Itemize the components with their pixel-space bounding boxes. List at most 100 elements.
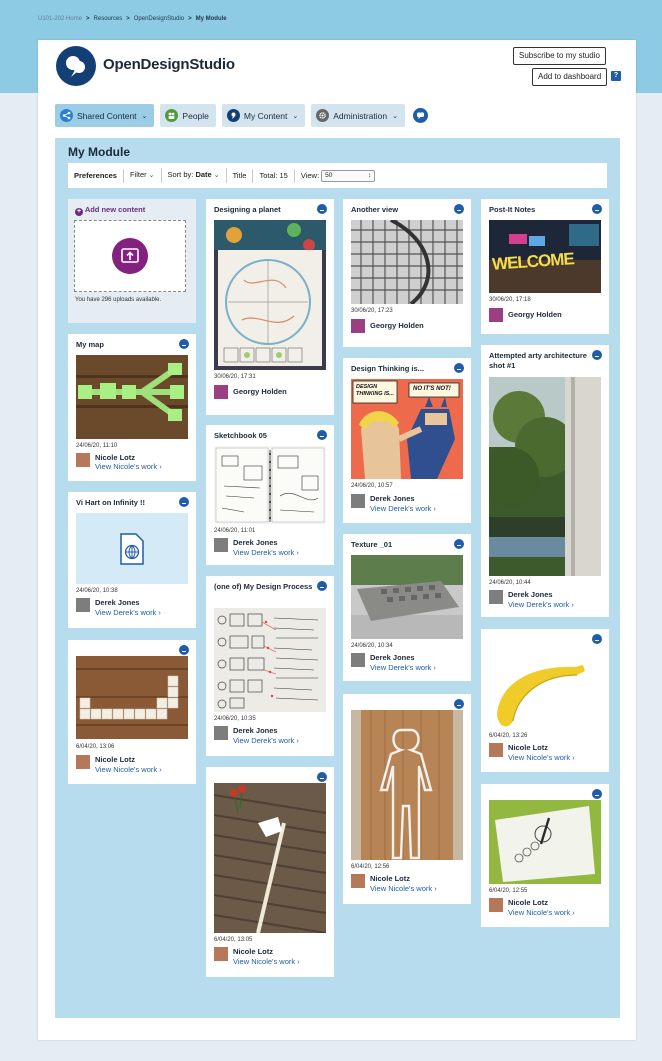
view-work-link[interactable]: View Nicole's work ›	[508, 908, 575, 917]
card-title[interactable]: Post-It Notes	[489, 205, 589, 215]
view-work-link[interactable]: View Nicole's work ›	[95, 462, 162, 471]
view-work-link[interactable]: View Nicole's work ›	[233, 957, 300, 966]
card-menu-icon[interactable]	[592, 789, 602, 799]
card-title[interactable]: Texture _01	[351, 540, 451, 550]
card-image[interactable]	[76, 656, 188, 739]
content-card-design-thinking[interactable]: Design Thinking is... DESIGN THINKING IS…	[343, 358, 471, 523]
card-image[interactable]	[76, 355, 188, 439]
view-select[interactable]: 50	[321, 169, 376, 182]
add-new-content-link[interactable]: + Add new content	[75, 205, 145, 216]
card-image[interactable]	[76, 513, 188, 584]
card-image[interactable]	[214, 608, 326, 712]
card-image[interactable]	[489, 645, 601, 729]
nav-my-content[interactable]: My Content ⌄	[221, 104, 306, 127]
card-image[interactable]	[351, 710, 463, 860]
subscribe-button[interactable]: Subscribe to my studio	[513, 47, 606, 65]
content-card[interactable]: 6/04/20, 13:26 Nicole Lotz View Nicole's…	[481, 629, 609, 772]
card-menu-icon[interactable]	[179, 497, 189, 507]
card-title[interactable]: Designing a planet	[214, 205, 314, 215]
view-work-link[interactable]: View Derek's work ›	[508, 600, 574, 609]
upload-dropzone[interactable]	[74, 220, 186, 292]
card-menu-icon[interactable]	[454, 204, 464, 214]
card-menu-icon[interactable]	[454, 699, 464, 709]
card-title[interactable]: My map	[76, 340, 176, 350]
card-image[interactable]	[351, 555, 463, 639]
add-to-dashboard-button[interactable]: Add to dashboard	[532, 68, 608, 86]
content-card-another-view[interactable]: Another view 30/06/20, 17:23 Georgy Hold…	[343, 199, 471, 347]
breadcrumb-studio[interactable]: OpenDesignStudio	[134, 16, 184, 22]
content-card-texture[interactable]: Texture _01 24/06/20, 10:34 Derek Jones …	[343, 534, 471, 681]
avatar	[351, 494, 365, 508]
chat-icon[interactable]	[412, 108, 428, 123]
avatar	[351, 874, 365, 888]
card-image[interactable]	[214, 783, 326, 933]
chevron-down-icon: ⌄	[141, 112, 148, 120]
view-work-link[interactable]: View Derek's work ›	[233, 548, 299, 557]
card-menu-icon[interactable]	[454, 539, 464, 549]
card-menu-icon[interactable]	[592, 204, 602, 214]
card-menu-icon[interactable]	[454, 363, 464, 373]
card-menu-icon[interactable]	[317, 581, 327, 591]
avatar	[214, 385, 228, 399]
nav-administration[interactable]: Administration ⌄	[311, 104, 405, 127]
view-work-link[interactable]: View Nicole's work ›	[370, 884, 437, 893]
chevron-right-icon: ›	[434, 884, 437, 893]
card-menu-icon[interactable]	[592, 634, 602, 644]
card-author: Derek Jones	[233, 538, 278, 547]
help-icon[interactable]: ?	[611, 71, 621, 81]
web-document-icon	[120, 532, 144, 565]
nav-people[interactable]: People	[160, 104, 216, 127]
view-work-link[interactable]: View Nicole's work ›	[508, 753, 575, 762]
card-image[interactable]	[214, 446, 326, 524]
card-menu-icon[interactable]	[179, 339, 189, 349]
avatar	[489, 898, 503, 912]
card-menu-icon[interactable]	[317, 430, 327, 440]
card-image[interactable]	[489, 800, 601, 884]
card-image[interactable]: WELCOME	[489, 220, 601, 293]
content-card[interactable]: 6/04/20, 13:06 Nicole Lotz View Nicole's…	[68, 640, 196, 784]
content-card-my-map[interactable]: My map 24/06/20, 11:10 Nicole Lotz View …	[68, 334, 196, 481]
preferences-link[interactable]: Preferences	[68, 168, 124, 183]
card-menu-icon[interactable]	[179, 645, 189, 655]
card-menu-icon[interactable]	[592, 350, 602, 360]
content-card-post-it-notes[interactable]: Post-It Notes WELCOME 30/06/20, 17:18 Ge…	[481, 199, 609, 334]
nav-shared-content[interactable]: Shared Content ⌄	[55, 104, 155, 127]
content-card[interactable]: 6/04/20, 13:05 Nicole Lotz View Nicole's…	[206, 767, 334, 977]
content-card-sketchbook[interactable]: Sketchbook 05 24/06/20, 11:01 Derek Jone…	[206, 425, 334, 565]
chevron-right-icon: ›	[158, 608, 161, 617]
card-title[interactable]: Attempted arty architecture shot #1	[489, 351, 589, 371]
content-card[interactable]: 6/04/20, 12:55 Nicole Lotz View Nicole's…	[481, 784, 609, 927]
view-work-link[interactable]: View Nicole's work ›	[95, 765, 162, 774]
filter-dropdown[interactable]: Filter ⌄	[124, 168, 162, 183]
card-title[interactable]: Vi Hart on Infinity !!	[76, 498, 176, 508]
card-title[interactable]: Sketchbook 05	[214, 431, 314, 441]
card-author: Georgy Holden	[508, 310, 562, 319]
view-work-link[interactable]: View Derek's work ›	[370, 663, 436, 672]
card-image[interactable]	[214, 220, 326, 370]
logo-icon[interactable]	[56, 46, 96, 86]
card-menu-icon[interactable]	[317, 772, 327, 782]
title-sort-link[interactable]: Title	[227, 168, 254, 183]
card-title[interactable]: (one of) My Design Process	[214, 582, 314, 592]
content-card[interactable]: 6/04/20, 12:56 Nicole Lotz View Nicole's…	[343, 694, 471, 904]
card-title[interactable]: Another view	[351, 205, 451, 215]
view-work-link[interactable]: View Derek's work ›	[370, 504, 436, 513]
app-title: OpenDesignStudio	[103, 56, 235, 73]
card-author: Derek Jones	[370, 494, 415, 503]
card-title[interactable]: Design Thinking is...	[351, 364, 451, 374]
content-card-designing-planet[interactable]: Designing a planet 30/06/20, 17:31 Georg…	[206, 199, 334, 415]
sort-dropdown[interactable]: Sort by: Date ⌄	[162, 168, 227, 183]
people-icon	[165, 109, 179, 122]
view-work-link[interactable]: View Derek's work ›	[233, 736, 299, 745]
card-image[interactable]	[489, 377, 601, 576]
view-work-link[interactable]: View Derek's work ›	[95, 608, 161, 617]
card-menu-icon[interactable]	[317, 204, 327, 214]
breadcrumb-resources[interactable]: Resources	[94, 16, 123, 22]
content-card-arty-architecture[interactable]: Attempted arty architecture shot #1 24/0…	[481, 345, 609, 617]
card-image[interactable]: DESIGN THINKING IS... NO IT'S NOT!	[351, 379, 463, 479]
breadcrumb-home[interactable]: U101-202 Home	[38, 16, 82, 22]
chevron-right-icon: ›	[433, 663, 436, 672]
content-card-vi-hart[interactable]: Vi Hart on Infinity !! 24/06/20, 10:38 D…	[68, 492, 196, 628]
content-card-design-process[interactable]: (one of) My Design Process 24/06/20, 10:…	[206, 576, 334, 756]
card-image[interactable]	[351, 220, 463, 304]
